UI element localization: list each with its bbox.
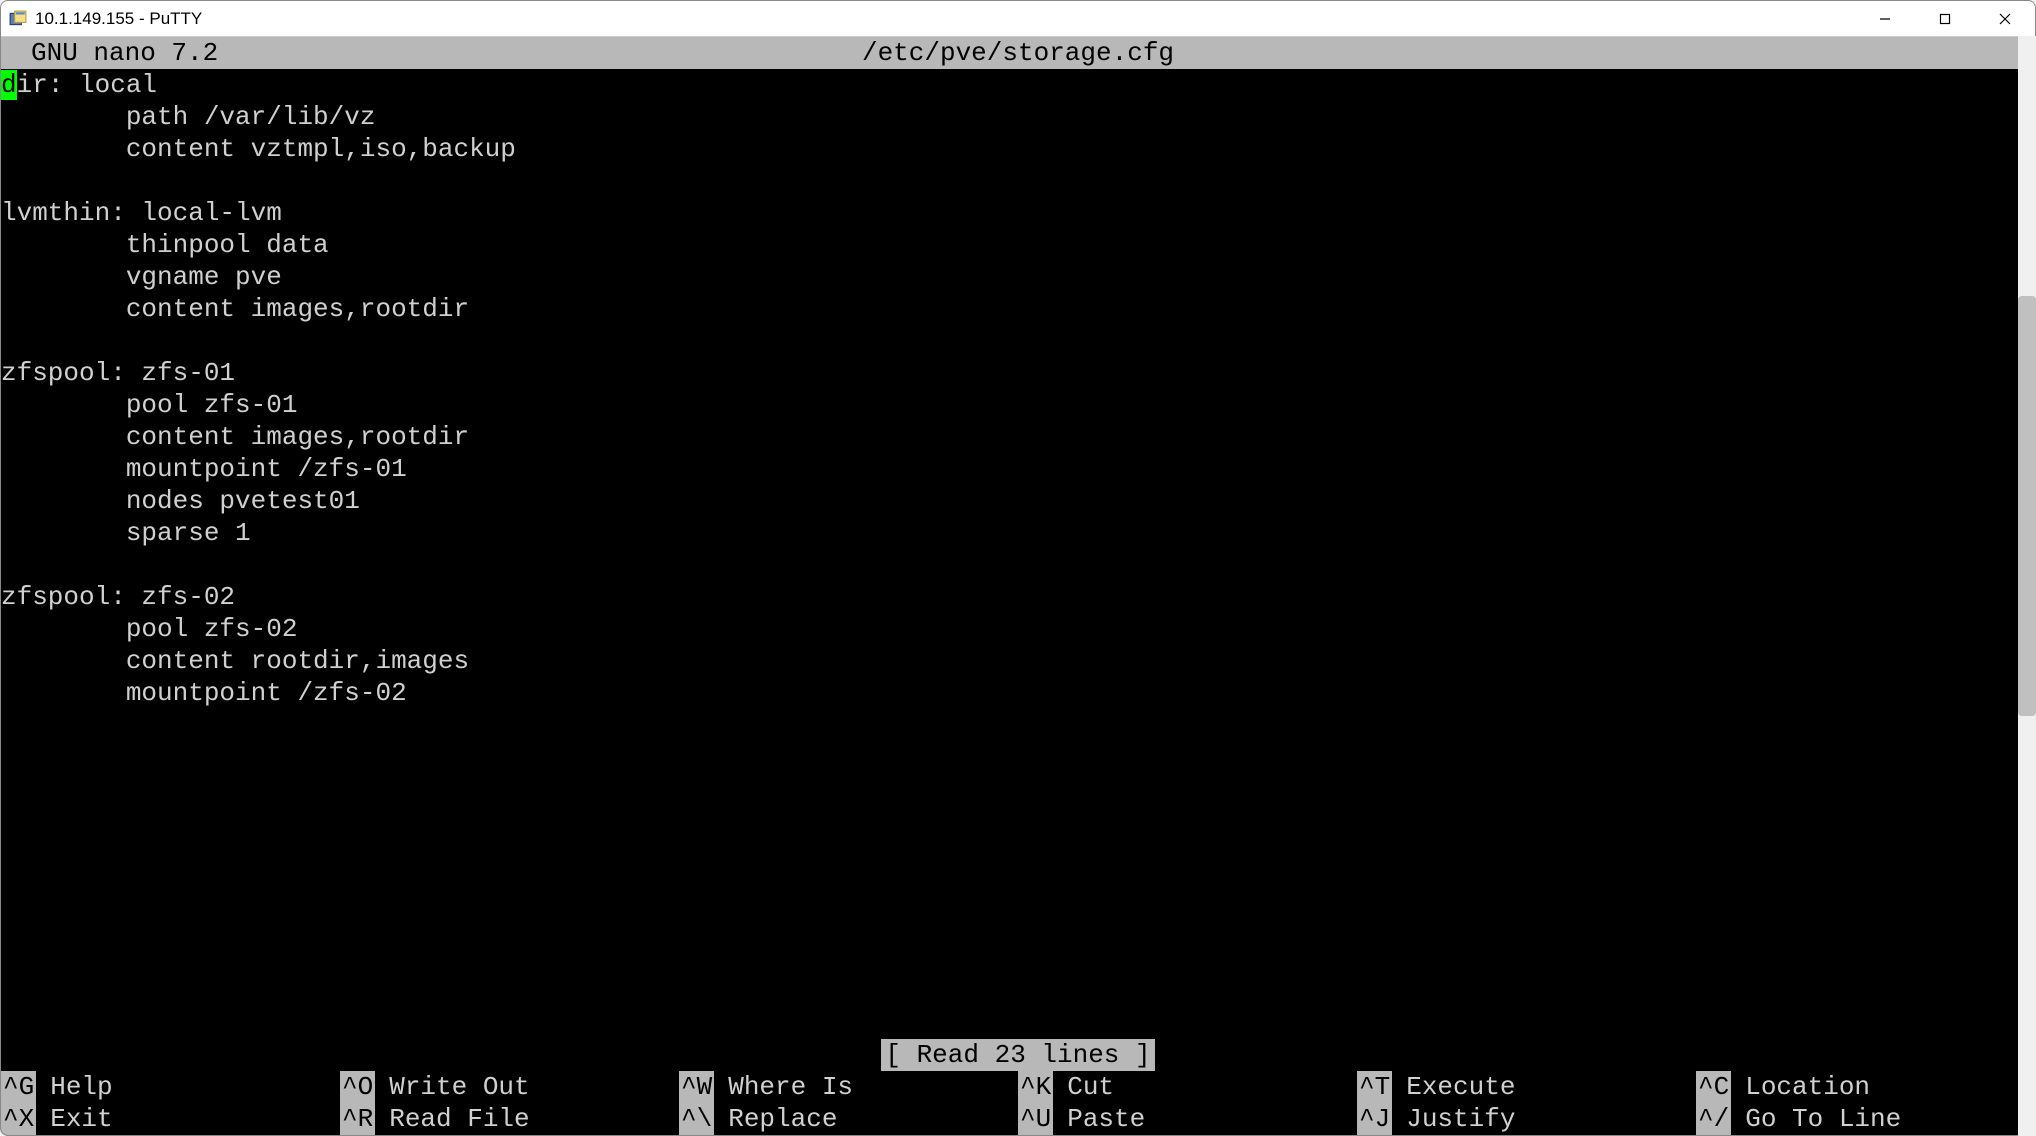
scrollbar-thumb[interactable] [2018,296,2036,716]
help-item-location: ^C Location [1696,1071,2035,1103]
help-label: Justify [1406,1103,1515,1135]
line-10: zfspool: zfs-01 [1,358,235,388]
help-key: ^O [340,1071,375,1103]
help-label: Read File [389,1103,529,1135]
maximize-icon [1939,13,1951,25]
putty-window: 10.1.149.155 - PuTTY GNU nano 7.2 /etc/p… [0,0,2036,1136]
close-icon [1999,13,2011,25]
cursor: d [1,70,17,100]
status-line: [ Read 23 lines ] [1,1039,2035,1071]
window-title: 10.1.149.155 - PuTTY [35,9,202,29]
help-key: ^W [679,1071,714,1103]
help-key: ^R [340,1103,375,1135]
line-15: sparse 1 [1,518,251,548]
help-item-justify: ^J Justify [1357,1103,1696,1135]
help-label: Help [50,1071,112,1103]
line-14: nodes pvetest01 [1,486,360,516]
help-label: Replace [728,1103,837,1135]
help-key: ^K [1018,1071,1053,1103]
help-key: ^G [1,1071,36,1103]
help-key: ^X [1,1103,36,1135]
line-7: vgname pve [1,262,282,292]
line-5: lvmthin: local-lvm [1,198,282,228]
minimize-button[interactable] [1855,1,1915,37]
nano-version: GNU nano 7.2 [31,37,218,69]
editor-content[interactable]: dir: local path /var/lib/vz content vztm… [1,69,2035,709]
line-1: ir: local [17,70,157,100]
help-item-exit: ^X Exit [1,1103,340,1135]
help-key: ^J [1357,1103,1392,1135]
terminal[interactable]: GNU nano 7.2 /etc/pve/storage.cfg dir: l… [1,37,2035,1135]
help-label: Write Out [389,1071,529,1103]
line-12: content images,rootdir [1,422,469,452]
minimize-icon [1879,13,1891,25]
nano-header: GNU nano 7.2 /etc/pve/storage.cfg [1,37,2035,69]
line-3: content vztmpl,iso,backup [1,134,516,164]
putty-icon [9,10,27,28]
help-item-gotoline: ^/ Go To Line [1696,1103,2035,1135]
help-item-paste: ^U Paste [1018,1103,1357,1135]
scrollbar[interactable] [2018,36,2036,1136]
line-8: content images,rootdir [1,294,469,324]
help-label: Location [1745,1071,1870,1103]
line-19: content rootdir,images [1,646,469,676]
help-item-help: ^G Help [1,1071,340,1103]
titlebar[interactable]: 10.1.149.155 - PuTTY [1,1,2035,37]
status-message: [ Read 23 lines ] [881,1039,1154,1071]
help-item-whereis: ^W Where Is [679,1071,1018,1103]
help-label: Where Is [728,1071,853,1103]
line-17: zfspool: zfs-02 [1,582,235,612]
help-key: ^C [1696,1071,1731,1103]
help-label: Exit [50,1103,112,1135]
help-label: Cut [1067,1071,1114,1103]
window-controls [1855,1,2035,36]
help-item-cut: ^K Cut [1018,1071,1357,1103]
nano-filename: /etc/pve/storage.cfg [862,37,1174,69]
help-key: ^/ [1696,1103,1731,1135]
help-item-replace: ^\ Replace [679,1103,1018,1135]
line-11: pool zfs-01 [1,390,297,420]
help-label: Go To Line [1745,1103,1901,1135]
help-item-writeout: ^O Write Out [340,1071,679,1103]
help-item-readfile: ^R Read File [340,1103,679,1135]
help-item-execute: ^T Execute [1357,1071,1696,1103]
line-20: mountpoint /zfs-02 [1,678,407,708]
help-key: ^\ [679,1103,714,1135]
help-label: Paste [1067,1103,1145,1135]
help-key: ^T [1357,1071,1392,1103]
line-2: path /var/lib/vz [1,102,375,132]
line-13: mountpoint /zfs-01 [1,454,407,484]
close-button[interactable] [1975,1,2035,37]
help-key: ^U [1018,1103,1053,1135]
maximize-button[interactable] [1915,1,1975,37]
line-6: thinpool data [1,230,329,260]
help-bar: ^G Help ^O Write Out ^W Where Is ^K Cut ^T Ex… [1,1071,2035,1135]
help-label: Execute [1406,1071,1515,1103]
line-18: pool zfs-02 [1,614,297,644]
